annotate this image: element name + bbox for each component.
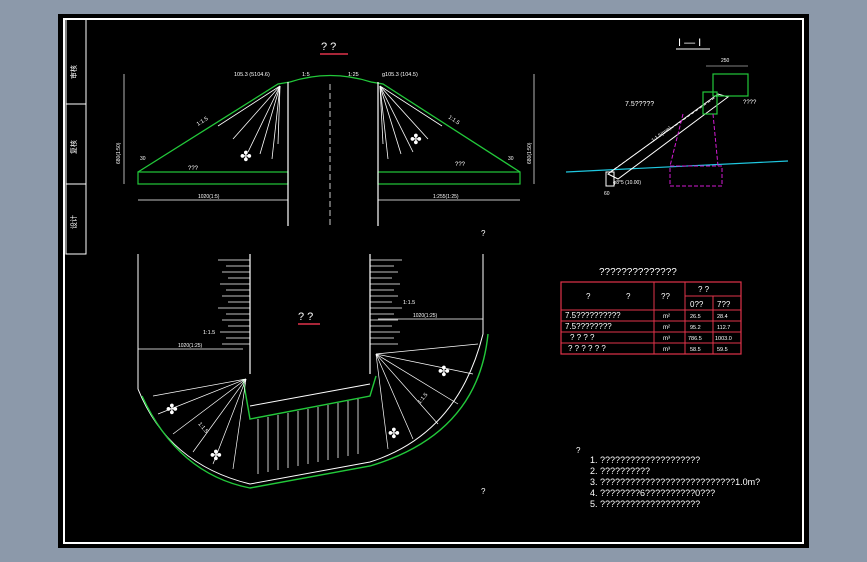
- channel-outline: [242, 375, 377, 420]
- h-right-label: 680(1:50): [527, 142, 533, 164]
- table-row-1-b: 28.4: [717, 314, 728, 320]
- table-row-4-unit: m³: [663, 347, 670, 353]
- len-left-label: 1020(1:5): [198, 194, 220, 200]
- left-wall-hatch: [218, 259, 250, 345]
- plan-slope-a: 1:1.5: [203, 330, 215, 336]
- grass-icon: ✤: [388, 425, 400, 441]
- table-row-4-name: ? ? ? ? ? ?: [568, 344, 606, 353]
- title-block-cell-1: 审核: [69, 65, 78, 79]
- table-row-3-name: ? ? ? ?: [570, 333, 595, 342]
- grass-icon: ✤: [210, 447, 222, 463]
- left-slope-line: [137, 81, 291, 173]
- plan-slope-b: 1:1.5: [403, 300, 415, 306]
- grass-icon: ✤: [438, 363, 450, 379]
- table-row-2-unit: m²: [663, 325, 670, 331]
- note-4: 4. ????????6??????????0???: [590, 488, 715, 498]
- table-row-4-b: 59.5: [717, 347, 728, 353]
- table-row-2-b: 112.7: [717, 325, 730, 331]
- len-right-label: 1:255(1:25): [433, 194, 459, 200]
- table-row-1-name: 7.5??????????: [565, 311, 621, 320]
- elev-left-label: 105.3 (5104.6): [234, 72, 270, 78]
- table-header-3: ??: [661, 292, 670, 301]
- elevation-title: ? ?: [321, 41, 336, 53]
- slope-left-label: 1:1.5: [196, 116, 210, 128]
- section-base-label: 60: [604, 191, 610, 197]
- section-top-box: [712, 73, 749, 97]
- section-width-label: 250: [721, 58, 730, 64]
- title-block-cell-2: 复核: [69, 140, 78, 154]
- table-row-1-a: 26.5: [690, 314, 701, 320]
- drawing-sheet: 审核 复核 设计 ? ? ✤ ✤ 105.3 (5104.6) g105.3 (…: [58, 14, 809, 548]
- base-right-label: 30: [508, 156, 514, 162]
- plan-question-mark: ?: [481, 229, 486, 238]
- table-row-3-unit: m³: [663, 336, 670, 342]
- crest-right-label: 1:25: [348, 72, 359, 78]
- section-bottom-label: φ8*5 (10.00): [613, 180, 641, 186]
- drawing-canvas[interactable]: 审核 复核 设计 ? ? ✤ ✤ 105.3 (5104.6) g105.3 (…: [58, 14, 809, 548]
- plan-title: ? ?: [298, 311, 313, 323]
- table-header-5: 0??: [690, 300, 704, 309]
- right-wall-hatch: [370, 259, 402, 345]
- section-slope-label: 7.5?????: [625, 101, 654, 108]
- note-3: 3. ???????????????????????????1.0m?: [590, 477, 760, 487]
- right-pipe: [377, 171, 521, 185]
- plan-question-mark-2: ?: [481, 487, 486, 496]
- table-row-2-name: 7.5????????: [565, 322, 612, 331]
- left-pipe: [137, 171, 289, 185]
- table-row-3-b: 1003.0: [715, 336, 732, 342]
- pipe-right-label: ???: [455, 162, 466, 168]
- table-header-2: ?: [626, 292, 631, 301]
- grass-icon: ✤: [410, 131, 422, 147]
- section-right-label: ????: [743, 100, 757, 106]
- h-left-label: 680(1:50): [116, 142, 122, 164]
- base-left-label: 30: [140, 156, 146, 162]
- plan-bottom-hatch: [257, 399, 359, 474]
- right-slope-line: [370, 81, 521, 173]
- right-fan-hatch: [379, 85, 443, 160]
- table-header-1: ?: [586, 292, 591, 301]
- section-foundation: [669, 113, 723, 187]
- pipe-left-label: ???: [188, 166, 199, 172]
- table-header-4: ? ?: [698, 285, 710, 294]
- plan-len-right: 1020(1:25): [413, 313, 438, 319]
- plan-len-left: 1020(1:25): [178, 343, 203, 349]
- cad-viewer: 审核 复核 设计 ? ? ✤ ✤ 105.3 (5104.6) g105.3 (…: [0, 0, 867, 562]
- elev-right-label: g105.3 (104.5): [382, 72, 418, 78]
- notes-marker: ?: [576, 446, 581, 455]
- note-2: 2. ??????????: [590, 466, 650, 476]
- table-title: ??????????????: [599, 267, 677, 278]
- plan-slope-d: 1:1.5: [417, 392, 429, 405]
- plan-outer-arc: [141, 333, 489, 489]
- note-1: 1. ????????????????????: [590, 455, 700, 465]
- table-row-3-a: 786.5: [688, 336, 702, 342]
- table-row-1-unit: m²: [663, 314, 670, 320]
- note-5: 5. ????????????????????: [590, 499, 700, 509]
- table-row-4-a: 58.5: [690, 347, 701, 353]
- table-row-2-a: 95.2: [690, 325, 701, 331]
- grass-icon: ✤: [240, 148, 252, 164]
- slope-right-label: 1:1.5: [447, 115, 461, 127]
- table-header-6: 7??: [717, 300, 731, 309]
- section-title: I — I: [678, 37, 701, 49]
- grass-icon: ✤: [166, 401, 178, 417]
- title-block-cell-3: 设计: [69, 215, 78, 229]
- crest-left-label: 1:5: [302, 72, 310, 78]
